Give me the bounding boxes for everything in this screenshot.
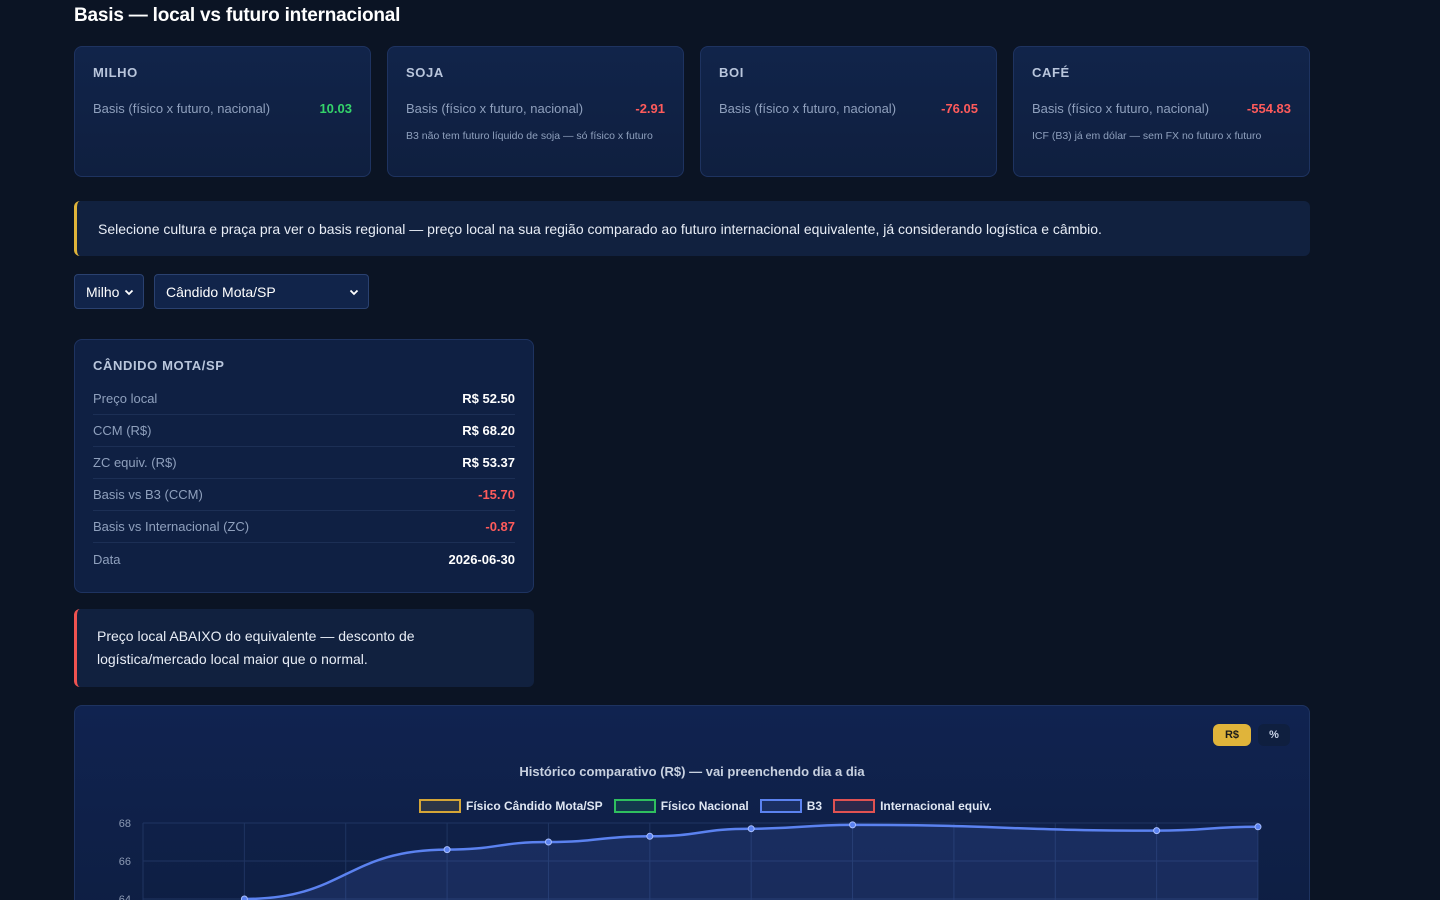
y-tick-label: 64 [119, 894, 131, 900]
y-tick-label: 68 [119, 818, 131, 830]
data-point-b3 [544, 838, 552, 846]
data-point-b3 [646, 832, 654, 840]
data-point-b3 [240, 895, 248, 900]
data-point-b3 [747, 825, 755, 833]
y-tick-label: 66 [119, 856, 131, 868]
series-area-b3 [244, 824, 1258, 900]
data-point-b3 [1153, 827, 1161, 835]
data-point-b3 [849, 821, 857, 829]
data-point-b3 [1254, 823, 1262, 831]
data-point-b3 [443, 846, 451, 854]
history-chart: 68 66 64 [119, 818, 1262, 900]
